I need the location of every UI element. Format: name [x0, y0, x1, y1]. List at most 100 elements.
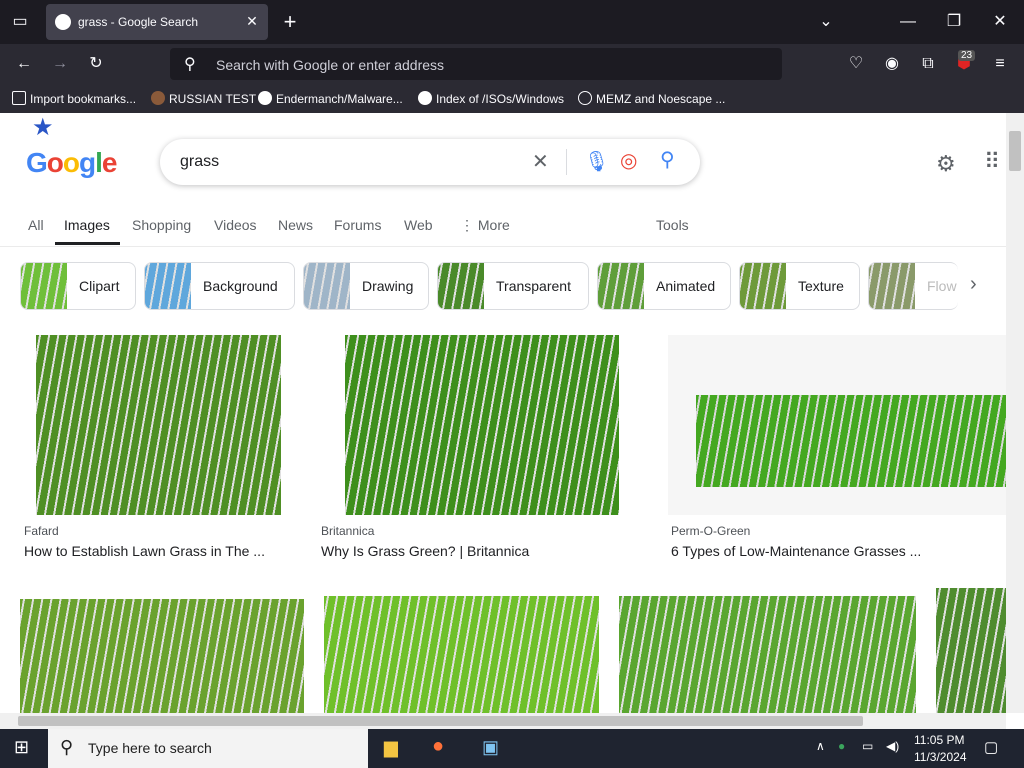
result-source[interactable]: Fafard: [24, 524, 59, 538]
image-result[interactable]: Britannica Why Is Grass Green? | Britann…: [318, 335, 646, 565]
back-arrow-icon[interactable]: ←: [10, 50, 38, 78]
result-image[interactable]: [324, 596, 599, 713]
tab-close-icon[interactable]: ✕: [244, 13, 260, 29]
chip-label: Drawing: [362, 278, 414, 294]
google-favicon-icon: [258, 91, 272, 105]
app-window-icon[interactable]: ▣: [482, 737, 499, 758]
result-image[interactable]: [20, 599, 304, 713]
chip-texture[interactable]: Texture: [739, 262, 860, 310]
chip-flowers[interactable]: Flow: [868, 262, 958, 310]
chip-background[interactable]: Background: [144, 262, 295, 310]
star-doodle-icon: ★: [32, 114, 54, 141]
result-image[interactable]: [936, 588, 1006, 713]
search-query[interactable]: grass: [180, 153, 219, 171]
image-result[interactable]: Fafard How to Establish Lawn Grass in Th…: [20, 335, 298, 565]
google-logo[interactable]: Google: [26, 147, 117, 179]
tab-google-search[interactable]: grass - Google Search ✕: [46, 4, 268, 40]
tab-more-label: More: [477, 217, 510, 233]
result-image[interactable]: [345, 335, 619, 515]
notifications-icon[interactable]: ▢: [984, 738, 998, 756]
active-tab-underline: [55, 242, 120, 245]
firefox-icon[interactable]: ●: [432, 735, 444, 758]
clock-time[interactable]: 11:05 PM: [914, 733, 964, 747]
tab-news[interactable]: News: [278, 217, 313, 233]
tab-images[interactable]: Images: [64, 217, 110, 233]
search-icon[interactable]: ⚲: [660, 147, 675, 172]
scroll-thumb[interactable]: [1009, 131, 1021, 171]
chip-transparent[interactable]: Transparent: [437, 262, 589, 310]
chip-thumbnail: [438, 263, 484, 309]
chip-thumbnail: [740, 263, 786, 309]
apps-grid-icon[interactable]: ⠿: [984, 149, 1000, 175]
tab-web[interactable]: Web: [404, 217, 433, 233]
bookmark-endermanch[interactable]: Endermanch/Malware...: [258, 91, 403, 106]
volume-icon[interactable]: ◀): [886, 739, 899, 753]
user-status-icon[interactable]: ●: [838, 739, 845, 753]
bookmark-favicon-icon: [151, 91, 165, 105]
forward-arrow-icon[interactable]: →: [46, 50, 74, 78]
pocket-icon[interactable]: ♡: [842, 50, 870, 78]
bookmark-memz[interactable]: MEMZ and Noescape ...: [578, 91, 725, 106]
bookmark-label: Import bookmarks...: [30, 92, 137, 106]
tab-bar: ▭ grass - Google Search ✕ + ⌄ — ❐ ✕: [0, 0, 1024, 44]
scroll-thumb[interactable]: [18, 716, 863, 726]
chip-label: Clipart: [79, 278, 120, 294]
file-explorer-icon[interactable]: ▆: [384, 737, 398, 758]
tab-tools[interactable]: Tools: [656, 217, 689, 233]
tab-videos[interactable]: Videos: [214, 217, 257, 233]
divider: [566, 149, 567, 175]
search-box[interactable]: grass ✕ 🎙 ◎ ⚲: [160, 139, 700, 185]
bookmark-import[interactable]: Import bookmarks...: [12, 91, 136, 106]
result-caption[interactable]: 6 Types of Low-Maintenance Grasses ...: [671, 543, 921, 559]
tray-chevron-icon[interactable]: ∧: [816, 739, 825, 753]
vertical-scrollbar[interactable]: [1006, 113, 1024, 713]
chip-label: Animated: [656, 278, 716, 294]
tab-all[interactable]: All: [28, 217, 44, 233]
result-source[interactable]: Perm-O-Green: [671, 524, 750, 538]
chip-thumbnail: [304, 263, 350, 309]
result-image[interactable]: [619, 596, 916, 713]
chip-label: Background: [203, 278, 278, 294]
result-image[interactable]: [36, 335, 281, 515]
restore-icon[interactable]: ❐: [940, 8, 968, 36]
tab-list-chevron-icon[interactable]: ⌄: [812, 8, 840, 36]
lens-icon[interactable]: ◎: [620, 148, 637, 173]
microphone-icon[interactable]: 🎙: [584, 149, 609, 174]
menu-icon[interactable]: ≡: [986, 50, 1014, 78]
bookmark-russian-test[interactable]: RUSSIAN TEST: [151, 91, 256, 106]
tab-shopping[interactable]: Shopping: [132, 217, 191, 233]
minimize-icon[interactable]: —: [894, 8, 922, 36]
chip-drawing[interactable]: Drawing: [303, 262, 429, 310]
image-result[interactable]: Perm-O-Green 6 Types of Low-Maintenance …: [668, 335, 1006, 565]
new-tab-icon[interactable]: +: [276, 8, 304, 36]
chips-next-chevron-icon[interactable]: ›: [970, 273, 977, 296]
extension-badge: 23: [958, 50, 976, 61]
tab-more[interactable]: ⋮ More: [460, 217, 510, 234]
chip-thumbnail: [598, 263, 644, 309]
result-source[interactable]: Britannica: [321, 524, 374, 538]
result-caption[interactable]: How to Establish Lawn Grass in The ...: [24, 543, 265, 559]
window-close-icon[interactable]: ✕: [986, 8, 1014, 36]
reload-icon[interactable]: ↻: [82, 50, 110, 78]
bookmark-isos[interactable]: Index of /ISOs/Windows: [418, 91, 564, 106]
browser-chrome: ▭ grass - Google Search ✕ + ⌄ — ❐ ✕ ← → …: [0, 0, 1024, 113]
import-icon: [12, 91, 26, 105]
tab-forums[interactable]: Forums: [334, 217, 381, 233]
chip-clipart[interactable]: Clipart: [20, 262, 136, 310]
horizontal-scrollbar[interactable]: [0, 713, 1006, 729]
result-image[interactable]: [696, 395, 1006, 487]
result-caption[interactable]: Why Is Grass Green? | Britannica: [321, 543, 529, 559]
chip-animated[interactable]: Animated: [597, 262, 731, 310]
settings-gear-icon[interactable]: ⚙: [936, 151, 956, 177]
clear-icon[interactable]: ✕: [532, 149, 549, 174]
windows-start-icon[interactable]: ⊞: [14, 737, 29, 758]
clock-date[interactable]: 11/3/2024: [914, 750, 967, 764]
account-icon[interactable]: ◉: [878, 50, 906, 78]
extensions-icon[interactable]: ⧉: [914, 50, 942, 78]
google-images-page: Google ★ grass ✕ 🎙 ◎ ⚲ ⚙ ⠿ All Images Sh…: [0, 113, 1006, 713]
chip-label: Texture: [798, 278, 844, 294]
taskbar-search[interactable]: ⚲ Type here to search: [48, 729, 368, 768]
tab-overview-icon[interactable]: ▭: [6, 8, 34, 36]
address-bar[interactable]: ⚲ Search with Google or enter address: [170, 48, 782, 80]
network-icon[interactable]: ▭: [862, 739, 873, 753]
